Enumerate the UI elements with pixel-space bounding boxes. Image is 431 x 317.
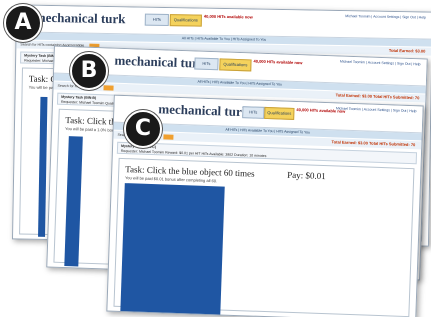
tab-qualifications[interactable]: Qualifications bbox=[264, 106, 295, 120]
earnings-summary: Total Earned: $3.00 bbox=[388, 47, 426, 54]
tab-hits[interactable]: HITs bbox=[144, 13, 169, 27]
search-go-button[interactable] bbox=[163, 133, 174, 140]
blue-object[interactable] bbox=[38, 96, 48, 237]
tab-qualifications[interactable]: Qualifications bbox=[169, 14, 202, 27]
badge-c: C bbox=[124, 110, 162, 148]
tab-qualifications[interactable]: Qualifications bbox=[219, 58, 252, 72]
badge-b: B bbox=[70, 52, 108, 90]
task-area: Task: Click the blue object 60 times Pay… bbox=[113, 157, 415, 317]
task-pay: Pay: $0.01 bbox=[287, 169, 326, 182]
mturk-logo: mechanical turk bbox=[34, 9, 126, 27]
account-links[interactable]: Michael Toomim | Account Settings | Sign… bbox=[336, 106, 417, 113]
blue-object[interactable] bbox=[120, 183, 225, 317]
available-count: 40,000 HITs available now bbox=[253, 58, 303, 66]
tab-hits[interactable]: HITs bbox=[194, 57, 219, 71]
blue-object[interactable] bbox=[64, 136, 83, 267]
account-links[interactable]: Michael Toomim | Account Settings | Sign… bbox=[345, 14, 426, 19]
badge-a: A bbox=[4, 4, 42, 42]
tab-hits[interactable]: HITs bbox=[242, 106, 265, 119]
mturk-logo: mechanical turk bbox=[158, 101, 250, 120]
figure-stage: mechanical turk HITs Qualifications 40,0… bbox=[0, 0, 431, 317]
account-links[interactable]: Michael Toomim | Account Settings | Sign… bbox=[340, 60, 421, 67]
task-title: Task: Click th bbox=[65, 114, 116, 127]
search-go-button[interactable] bbox=[103, 84, 114, 91]
available-count: 40,000 HITs available now bbox=[203, 13, 253, 20]
mturk-logo: mechanical turk bbox=[114, 52, 206, 71]
